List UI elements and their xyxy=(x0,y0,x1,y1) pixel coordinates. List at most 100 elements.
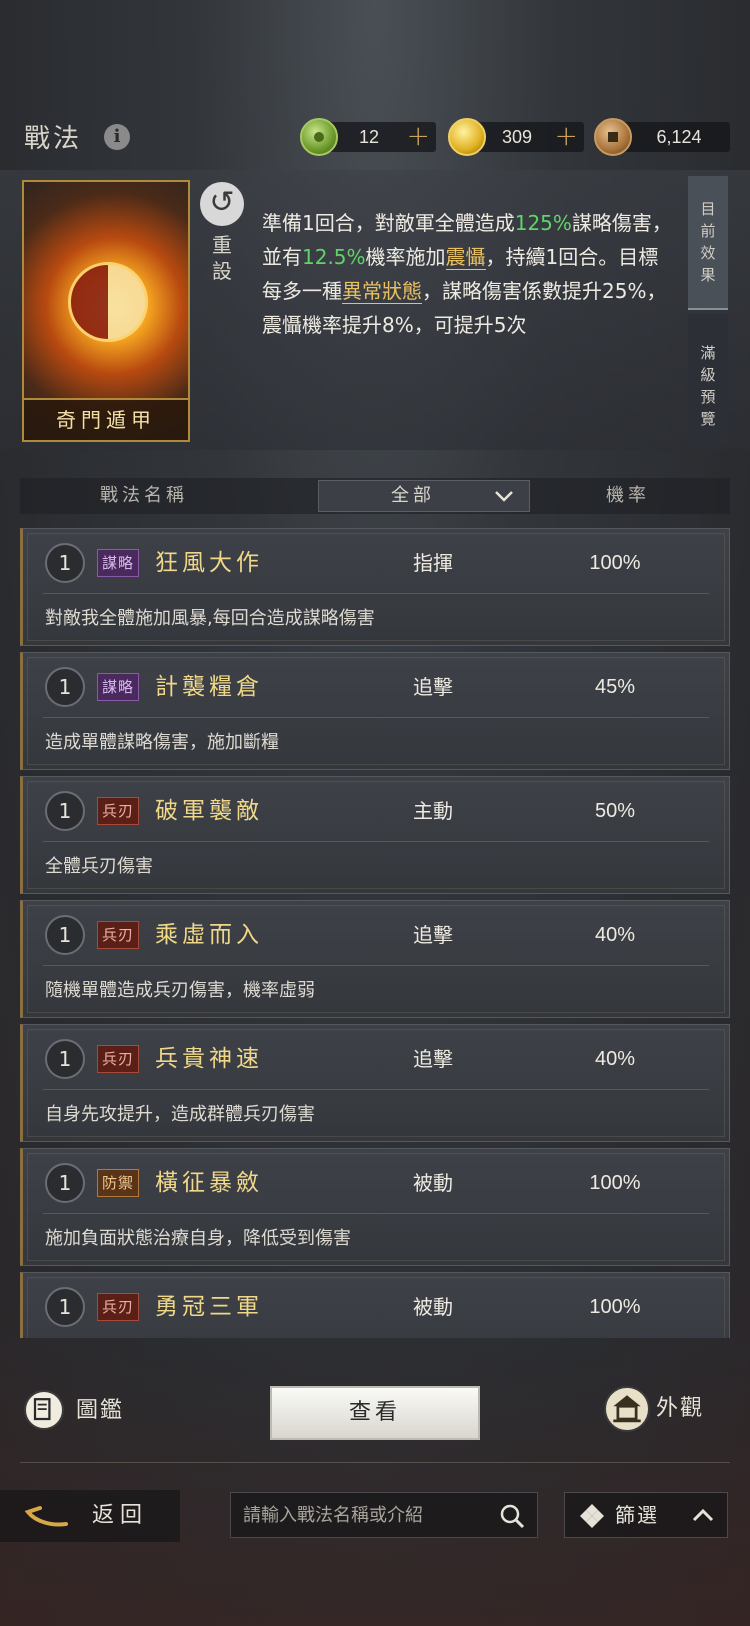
skill-level: 1 xyxy=(45,1039,85,1079)
skill-row[interactable]: 1 防禦 橫征暴斂 被動 100% 施加負面狀態治療自身，降低受到傷害 xyxy=(20,1148,730,1266)
filter-diamond-icon xyxy=(580,1504,604,1528)
back-label: 返回 xyxy=(92,1503,149,1528)
gold-coin-icon xyxy=(448,118,486,156)
info-icon[interactable]: i xyxy=(104,124,130,150)
skill-desc: 隨機單體造成兵刃傷害，機率虛弱 xyxy=(45,980,315,1001)
skill-name: 乘虛而入 xyxy=(155,922,263,948)
skill-level: 1 xyxy=(45,1287,85,1327)
search-input[interactable] xyxy=(243,1493,483,1537)
status-link-abnormal[interactable]: 異常狀態 xyxy=(342,279,422,304)
resource-gold: 309 + xyxy=(448,118,584,156)
reset-icon: ↺ xyxy=(200,182,244,226)
skill-description: 準備1回合，對敵軍全體造成125%謀略傷害，並有12.5%機率施加震懾，持續1回… xyxy=(262,211,672,337)
skill-desc: 自身先攻提升，造成群體兵刃傷害 xyxy=(45,1104,315,1125)
skill-desc: 全體兵刃傷害 xyxy=(45,856,153,877)
reset-button[interactable]: ↺ 重 設 xyxy=(200,182,244,292)
skill-name: 勇冠三軍 xyxy=(155,1294,263,1320)
jade-icon xyxy=(300,118,338,156)
status-link-stun[interactable]: 震懾 xyxy=(445,245,486,270)
chevron-down-icon xyxy=(495,491,513,502)
copper-value: 6,124 xyxy=(656,127,702,147)
skill-rate: 100% xyxy=(589,1296,641,1318)
divider xyxy=(43,1089,709,1090)
skill-type: 追擊 xyxy=(413,923,453,947)
skill-tag: 防禦 xyxy=(97,1169,140,1197)
reset-label-1: 重 xyxy=(212,233,232,257)
view-button[interactable]: 查看 xyxy=(270,1386,480,1440)
list-header: 戰法名稱 全部 機率 xyxy=(20,478,730,514)
back-arrow-icon xyxy=(24,1506,68,1527)
divider xyxy=(43,841,709,842)
codex-label: 圖鑑 xyxy=(76,1398,125,1423)
skill-tag: 兵刃 xyxy=(97,921,140,949)
skill-card[interactable]: 奇門遁甲 xyxy=(22,180,190,442)
pavilion-icon xyxy=(604,1386,650,1432)
codex-button[interactable]: 圖鑑 xyxy=(24,1390,144,1434)
skill-type: 主動 xyxy=(413,799,453,823)
jade-value: 12 xyxy=(358,127,380,147)
skill-tag: 兵刃 xyxy=(97,1045,140,1073)
chevron-up-icon[interactable] xyxy=(691,1505,715,1525)
skill-list[interactable]: 1 謀略 狂風大作 指揮 100% 對敵我全體施加風暴,每回合造成謀略傷害 1 … xyxy=(20,528,730,1338)
add-jade-button[interactable]: + xyxy=(407,122,430,150)
type-filter-dropdown[interactable]: 全部 xyxy=(318,480,530,512)
search-icon[interactable] xyxy=(499,1503,525,1529)
skill-level: 1 xyxy=(45,667,85,707)
skill-tag: 謀略 xyxy=(97,673,140,701)
skill-rate: 40% xyxy=(594,924,636,946)
skill-rate: 100% xyxy=(589,552,641,574)
skill-desc: 對敵我全體施加風暴,每回合造成謀略傷害 xyxy=(45,608,375,629)
card-name: 奇門遁甲 xyxy=(24,398,188,440)
search-box[interactable] xyxy=(230,1492,538,1538)
skill-name: 計襲糧倉 xyxy=(155,674,263,700)
divider xyxy=(43,965,709,966)
skill-tag: 兵刃 xyxy=(97,1293,140,1321)
tab-max-level-preview[interactable]: 滿級預覽 xyxy=(688,314,728,446)
appearance-label: 外觀 xyxy=(656,1396,705,1421)
skill-rate: 50% xyxy=(594,800,636,822)
skill-tag: 謀略 xyxy=(97,549,140,577)
type-filter-value: 全部 xyxy=(391,485,435,506)
skill-type: 被動 xyxy=(413,1295,453,1319)
skill-rate: 100% xyxy=(589,1172,641,1194)
tab-current-effect[interactable]: 目前效果 xyxy=(688,176,728,310)
skill-row[interactable]: 1 謀略 計襲糧倉 追擊 45% 造成單體謀略傷害，施加斷糧 xyxy=(20,652,730,770)
column-name: 戰法名稱 xyxy=(100,485,188,506)
skill-level: 1 xyxy=(45,791,85,831)
skill-tag: 兵刃 xyxy=(97,797,140,825)
page-title: 戰法 xyxy=(24,124,83,154)
add-gold-button[interactable]: + xyxy=(555,122,578,150)
skill-row[interactable]: 1 兵刃 破軍襲敵 主動 50% 全體兵刃傷害 xyxy=(20,776,730,894)
yin-yang-emblem-icon xyxy=(68,262,148,342)
damage-rate: 125% xyxy=(514,211,572,235)
codex-icon xyxy=(24,1390,64,1430)
reset-label-2: 設 xyxy=(212,259,232,283)
skill-row[interactable]: 1 兵刃 兵貴神速 追擊 40% 自身先攻提升，造成群體兵刃傷害 xyxy=(20,1024,730,1142)
back-button[interactable]: 返回 xyxy=(0,1490,180,1542)
copper-coin-icon xyxy=(594,118,632,156)
gold-value: 309 xyxy=(501,127,533,147)
appearance-button[interactable]: 外觀 xyxy=(604,1386,724,1436)
skill-desc: 造成單體謀略傷害，施加斷糧 xyxy=(45,732,279,753)
skill-level: 1 xyxy=(45,915,85,955)
skill-row[interactable]: 1 兵刃 勇冠三軍 被動 100% xyxy=(20,1272,730,1338)
skill-name: 兵貴神速 xyxy=(155,1046,263,1072)
skill-name: 橫征暴斂 xyxy=(155,1170,263,1196)
bottom-area xyxy=(0,1338,750,1626)
stun-chance: 12.5% xyxy=(302,245,366,269)
skill-type: 被動 xyxy=(413,1171,453,1195)
skill-desc: 施加負面狀態治療自身，降低受到傷害 xyxy=(45,1228,351,1249)
skill-level: 1 xyxy=(45,543,85,583)
divider xyxy=(43,717,709,718)
skill-name: 狂風大作 xyxy=(155,550,263,576)
skill-type: 追擊 xyxy=(413,675,453,699)
skill-row[interactable]: 1 謀略 狂風大作 指揮 100% 對敵我全體施加風暴,每回合造成謀略傷害 xyxy=(20,528,730,646)
filter-button[interactable]: 篩選 xyxy=(564,1492,728,1538)
skill-type: 追擊 xyxy=(413,1047,453,1071)
resource-jade: 12 + xyxy=(300,118,436,156)
column-rate: 機率 xyxy=(606,485,650,506)
filter-label: 篩選 xyxy=(615,1503,659,1527)
skill-rate: 40% xyxy=(594,1048,636,1070)
skill-row[interactable]: 1 兵刃 乘虛而入 追擊 40% 隨機單體造成兵刃傷害，機率虛弱 xyxy=(20,900,730,1018)
skill-name: 破軍襲敵 xyxy=(155,798,263,824)
